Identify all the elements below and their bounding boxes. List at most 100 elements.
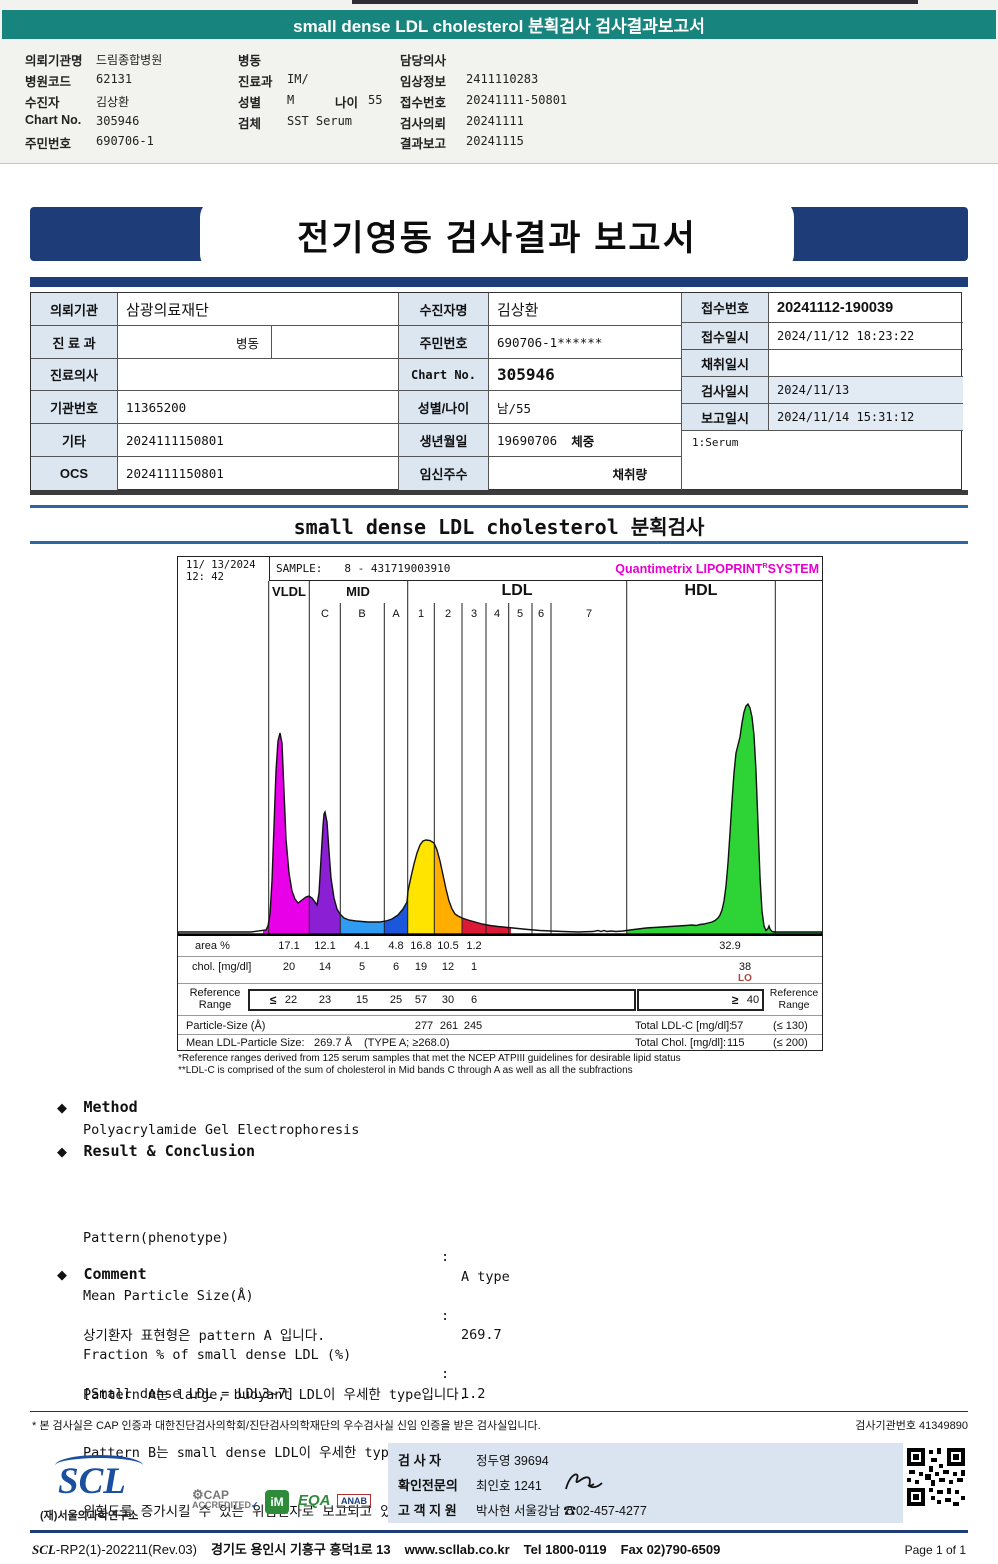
cell-label: 임신주수	[399, 457, 489, 490]
fax: Fax 02)790-6509	[620, 1542, 721, 1557]
mean-size-type: (TYPE A; ≥268.0)	[364, 1037, 450, 1049]
row-label-area: area %	[195, 940, 230, 952]
row-label-reference-right: Reference Range	[769, 987, 819, 1011]
result-heading: Result & Conclusion	[83, 1142, 256, 1160]
total-ldl-label: Total LDL-C [mg/dl]:	[635, 1020, 733, 1032]
chol-value: 12	[441, 961, 455, 973]
cell-value: 11365200	[118, 391, 399, 424]
banner-band-thin	[30, 277, 968, 287]
header-area: small dense LDL cholesterol 분획검사 검사결과보고서…	[0, 0, 998, 164]
cell-label: 보고일시	[682, 404, 769, 431]
field-label: 결과보고	[400, 137, 447, 151]
ref-value: 6	[470, 994, 478, 1006]
banner-title: 전기영동 검사결과 보고서	[297, 219, 697, 258]
sample-header: SAMPLE: 8 - 431719003910 Quantimetrix LI…	[269, 557, 823, 581]
cell-value: 2024111150801	[118, 457, 399, 490]
eqa-cert-logo: EQA	[298, 1492, 331, 1509]
report-title-bar: small dense LDL cholesterol 분획검사 검사결과보고서	[2, 10, 996, 39]
field-value: 305946	[96, 114, 140, 128]
cell-value: 병동	[118, 326, 272, 359]
field-label: 병동	[238, 54, 262, 68]
chol-value: 6	[392, 961, 400, 973]
cell-value: 2024/11/14 15:31:12	[769, 404, 963, 431]
field-label: 주민번호	[25, 137, 72, 151]
cell-value: 19690706 체중	[489, 424, 682, 457]
tel: Tel 1800-0119	[523, 1542, 607, 1557]
cell-label: 접수번호	[682, 293, 769, 323]
table-bottom-rule	[30, 490, 968, 495]
cell-value: 2024/11/12 18:23:22	[769, 323, 963, 350]
ref-value: 25	[389, 994, 403, 1006]
field-value: 김상환	[96, 95, 130, 109]
diamond-icon: ◆	[57, 1267, 67, 1282]
cell-label: 생년월일	[399, 424, 489, 457]
total-ldl-ref: (≤ 130)	[773, 1020, 808, 1032]
bottom-info-line: SCLSCL-RP2(1)-202211(Rev.03)-RP2(1)-2022…	[32, 1539, 966, 1558]
sample-amount-label: 채취량	[612, 468, 647, 482]
doc-code: SCLSCL-RP2(1)-202211(Rev.03)-RP2(1)-2022…	[32, 1542, 197, 1557]
report-page: small dense LDL cholesterol 분획검사 검사결과보고서…	[0, 0, 998, 1564]
field-label: 진료과	[238, 75, 273, 89]
top-edge-strip	[352, 0, 918, 4]
row-separator	[178, 983, 822, 984]
cell-value	[118, 359, 399, 391]
field-label: 수진자	[25, 96, 60, 110]
total-chol-ref: (≤ 200)	[773, 1037, 808, 1049]
cell-label: 의뢰기관	[31, 293, 118, 326]
area-value: 4.8	[388, 940, 404, 952]
chol-value: 1	[470, 961, 478, 973]
field-label: 담당의사	[400, 54, 447, 68]
field-label: 성별	[238, 96, 262, 110]
field-value: 62131	[96, 72, 133, 86]
mean-size-label: Mean LDL-Particle Size:	[186, 1037, 305, 1049]
ref-value: 57	[414, 994, 428, 1006]
im-cert-logo: iM	[265, 1490, 289, 1514]
field-value: M	[287, 93, 295, 107]
staff-panel: 검 사 자 정두영 39694 확인전문의 최인호 1241 고 객 지 원 박…	[388, 1443, 903, 1523]
doc-code-rest: -RP2(1)-202211(Rev.03)	[55, 1542, 197, 1557]
field-label: 접수번호	[400, 96, 447, 110]
staff-row: 검 사 자 정두영 39694	[398, 1453, 549, 1468]
band-lines	[268, 581, 776, 934]
chol-value: 20	[282, 961, 296, 973]
particle-value: 261	[439, 1020, 459, 1032]
field-label: 검체	[238, 117, 262, 131]
row-separator	[178, 956, 822, 957]
cell-label: 수진자명	[399, 293, 489, 326]
ref-value: 15	[355, 994, 369, 1006]
chol-value: 19	[414, 961, 428, 973]
cell-value: 남/55	[489, 391, 682, 424]
row-label-chol: chol. [mg/dl]	[192, 961, 252, 973]
field-value: SST Serum	[287, 114, 353, 128]
cell-label: 기관번호	[31, 391, 118, 424]
chol-value: 14	[318, 961, 332, 973]
address: 경기도 용인시 기흥구 흥덕1로 13	[210, 1542, 391, 1557]
bottom-rule	[30, 1530, 968, 1533]
mean-size-value: 269.7 Å	[314, 1037, 352, 1049]
brand-text: Quantimetrix LIPOPRINTRSYSTEM	[615, 561, 819, 576]
cell-label: OCS	[31, 457, 118, 490]
total-ldl-value: 57	[731, 1020, 744, 1032]
signature-icon	[564, 1473, 603, 1490]
field-value: IM/	[287, 72, 309, 86]
row-separator	[178, 1034, 822, 1035]
scl-logo: SCL	[58, 1461, 126, 1502]
ref-value: 30	[441, 994, 455, 1006]
lab-number: 검사기관번호 41349890	[855, 1420, 968, 1432]
field-label: Chart No.	[25, 113, 82, 127]
field-label: 임상정보	[400, 75, 447, 89]
field-value: 20241111-50801	[466, 93, 568, 107]
cell-value: 채취량	[489, 457, 682, 490]
field-value: 2411110283	[466, 72, 539, 86]
row-label-particle: Particle-Size (Å)	[186, 1020, 266, 1032]
method-text: Polyacrylamide Gel Electrophoresis	[83, 1122, 360, 1138]
diamond-icon: ◆	[57, 1100, 67, 1115]
cell-label: 진료의사	[31, 359, 118, 391]
cell-value: 2024/11/13	[769, 377, 963, 404]
section-rule-bottom	[30, 541, 968, 544]
leq-symbol: ≤	[269, 993, 277, 1007]
ref-value: 22	[284, 994, 298, 1006]
cell-value: 305946	[489, 359, 682, 391]
sample-label: SAMPLE:	[276, 562, 323, 575]
chol-value: 5	[358, 961, 366, 973]
